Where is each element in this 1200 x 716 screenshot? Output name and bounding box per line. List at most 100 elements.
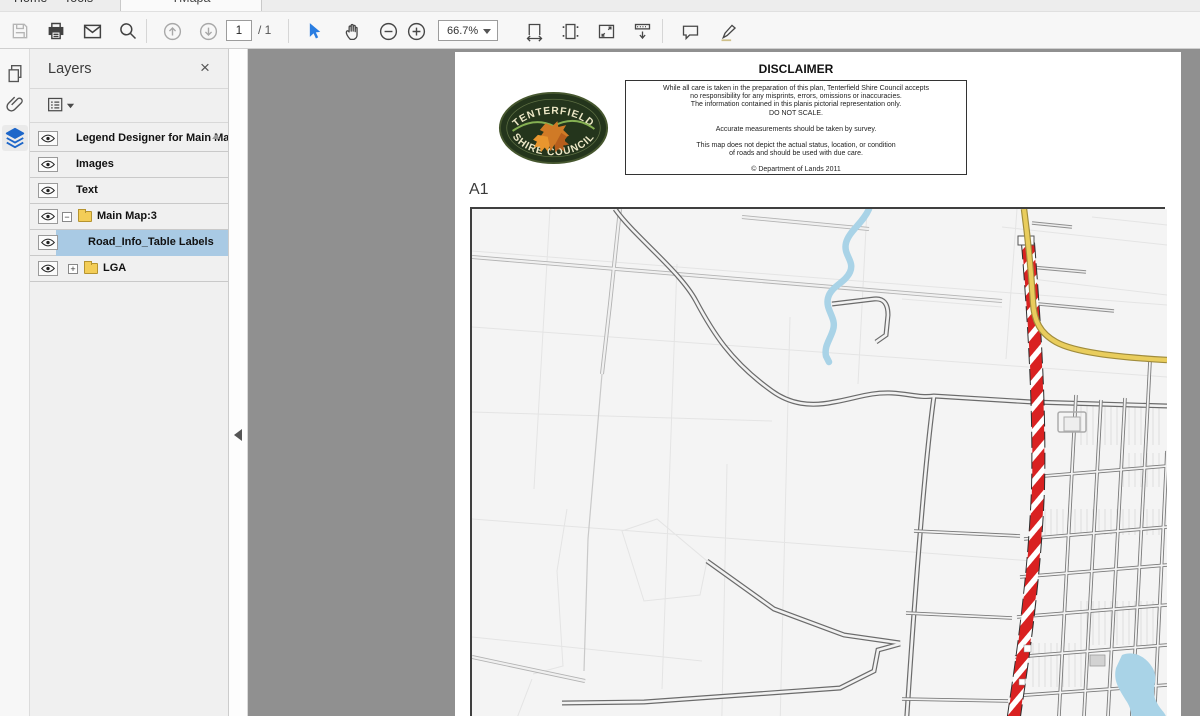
layers-icon [5,127,25,149]
layer-row-road-info-table-labels[interactable]: Road_Info_Table Labels [30,230,228,256]
toolbar-separator [146,19,147,43]
map-frame [470,207,1167,716]
zoom-in-button[interactable] [402,17,430,45]
folder-icon [84,261,98,274]
save-button[interactable] [6,17,34,45]
document-tab[interactable]: TMapa [120,0,262,11]
menu-tools-label: Tools [64,0,104,5]
eye-icon [41,264,55,273]
eye-icon [41,238,55,247]
page-number-input[interactable]: 1 [226,20,252,41]
layer-row-main-map[interactable]: − Main Map:3 [30,204,228,230]
close-icon[interactable]: × [196,59,214,77]
layer-options-button[interactable] [46,95,76,115]
search-button[interactable] [114,17,142,45]
next-page-button[interactable] [194,17,222,45]
visibility-toggle[interactable] [38,131,58,146]
select-tool-button[interactable] [300,17,328,45]
visibility-toggle[interactable] [38,235,58,250]
layers-panel-title: Layers [48,61,92,77]
layer-label: Legend Designer for Main Ma [76,132,230,144]
full-screen-icon [598,24,614,38]
speech-bubble-icon [682,25,698,40]
highlighter-icon [721,23,736,41]
disclaimer-box: While all care is taken in the preparati… [625,80,967,175]
search-icon [120,23,137,40]
fit-width-button[interactable] [520,17,548,45]
visibility-toggle[interactable] [38,261,58,276]
eye-icon [41,212,55,221]
reading-mode-button[interactable] [628,17,656,45]
arrow-down-circle-icon [199,22,217,40]
visibility-toggle[interactable] [38,157,58,172]
toolbar: 1 / 1 66.7% [0,12,1200,49]
email-icon [83,24,101,38]
navigation-rail [0,49,30,716]
panel-divider [30,88,228,89]
hand-tool-button[interactable] [338,17,366,45]
layer-label: Main Map:3 [97,210,157,222]
collapse-panel-icon[interactable] [234,429,242,441]
layer-label: Images [76,158,114,170]
layers-panel: Layers × Legend Designer for Main Ma Ima… [30,49,230,716]
page-count-label: / 1 [258,23,272,37]
toolbar-separator [662,19,663,43]
email-button[interactable] [78,17,106,45]
visibility-toggle[interactable] [38,209,58,224]
menu-tools[interactable]: Tools [64,0,104,11]
eye-icon [41,186,55,195]
toolbar-separator [288,19,289,43]
fit-page-icon [562,23,578,39]
reading-mode-icon [634,23,650,39]
council-logo: TENTERFIELD SHIRE COUNCIL [497,90,610,166]
zoom-level-dropdown[interactable]: 66.7% [438,20,498,41]
previous-page-button[interactable] [158,17,186,45]
panel-divider-strip [228,49,248,716]
layer-row-text[interactable]: Text [30,178,228,204]
fit-page-button[interactable] [556,17,584,45]
layer-label: Road_Info_Table Labels [88,236,214,248]
layer-label: LGA [103,262,127,274]
save-icon [12,23,28,39]
expand-expander[interactable]: + [68,264,78,274]
pages-icon [8,65,22,83]
options-list-icon [48,97,63,112]
visibility-toggle[interactable] [38,183,58,198]
pdf-page: TENTERFIELD SHIRE COUNCIL DISCLAIMER Whi… [455,52,1181,716]
culdesac-inner [1063,416,1081,432]
disclaimer-title: DISCLAIMER [758,62,834,76]
print-button[interactable] [42,17,70,45]
layer-row-lga[interactable]: + LGA [30,256,228,282]
minus-circle-icon [379,22,397,40]
comment-button[interactable] [676,17,704,45]
panel-divider [30,122,228,123]
zoom-out-button[interactable] [374,17,402,45]
layers-panel-button[interactable] [2,125,28,151]
attachments-button[interactable] [2,91,28,117]
disclaimer-copyright: © Department of Lands 2011 [751,166,841,174]
disclaimer-paragraph: Accurate measurements should be taken by… [715,125,877,133]
menu-home-label: Home [14,0,54,5]
sheet-label: A1 [469,181,489,198]
menu-home[interactable]: Home [14,0,54,11]
plus-circle-icon [407,22,425,40]
full-screen-button[interactable] [592,17,620,45]
menu-bar: Home Tools TMapa [0,0,1200,12]
chevron-down-icon [66,103,75,108]
scroll-up-icon[interactable] [212,134,220,139]
layer-row-images[interactable]: Images [30,152,228,178]
folder-icon [78,209,92,222]
hand-icon [345,23,358,40]
document-tab-label: TMapa [121,0,261,5]
document-area: TENTERFIELD SHIRE COUNCIL DISCLAIMER Whi… [248,49,1200,716]
zoom-level-value: 66.7% [447,24,479,37]
layer-label: Text [76,184,98,196]
page-thumbnails-button[interactable] [2,61,28,87]
layer-row-legend-designer[interactable]: Legend Designer for Main Ma [30,126,230,152]
cursor-arrow-icon [309,23,321,39]
collapse-expander[interactable]: − [62,212,72,222]
fit-width-icon [526,23,542,42]
disclaimer-paragraph: While all care is taken in the preparati… [662,85,929,117]
disclaimer-paragraph: This map does not depict the actual stat… [696,142,896,158]
highlight-button[interactable] [714,17,742,45]
